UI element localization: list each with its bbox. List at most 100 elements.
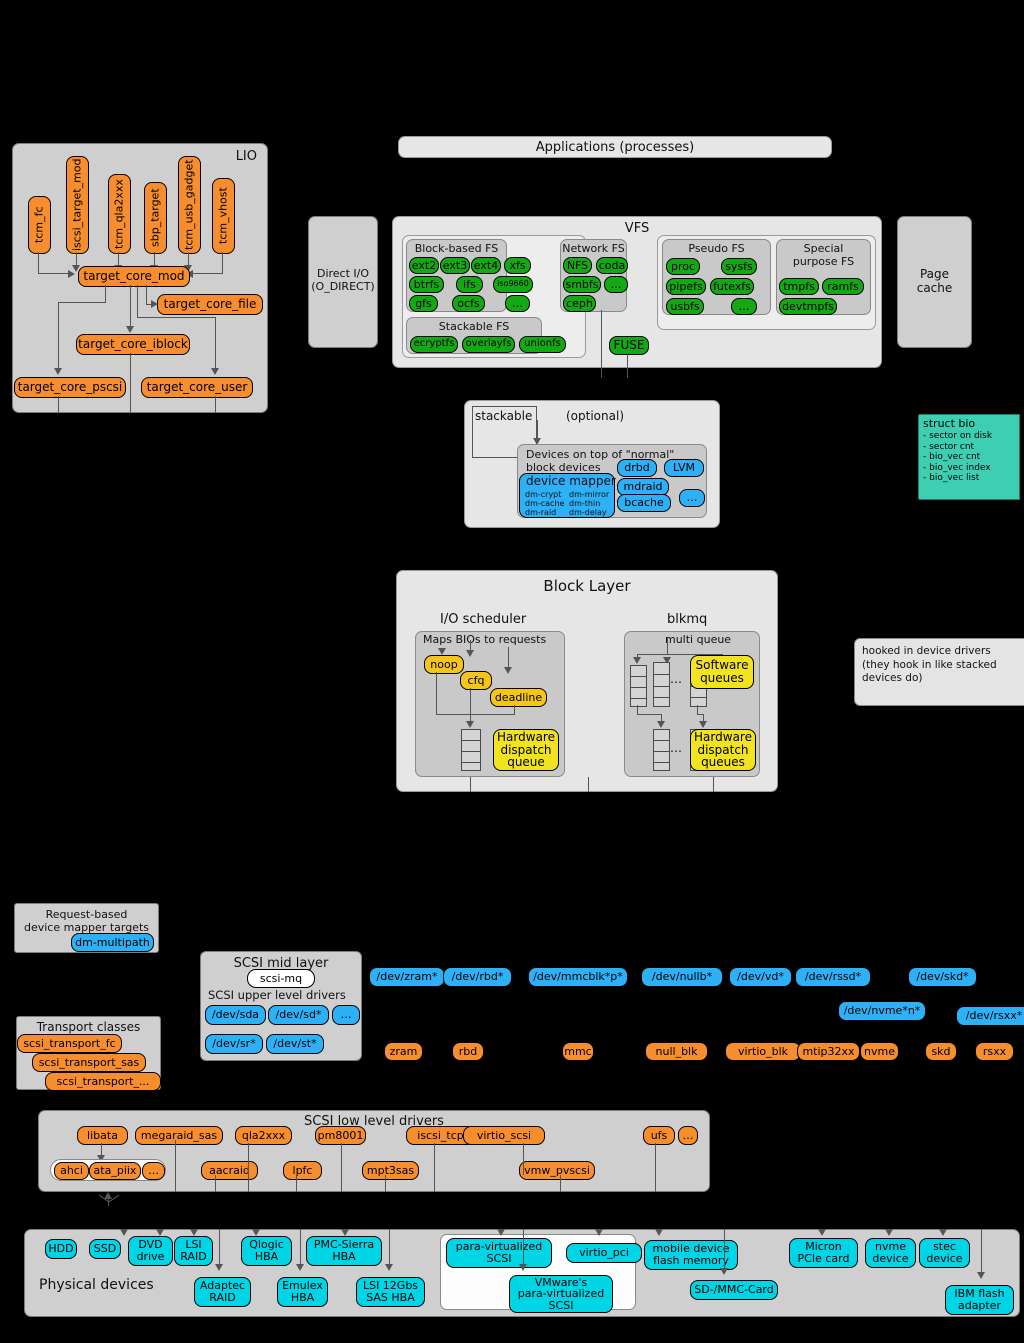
physical-device-hdd[interactable]: HDD — [45, 1239, 77, 1259]
fs-xfs[interactable]: xfs — [504, 257, 531, 274]
scsi-transport-fc-box[interactable]: scsi_transport_fc — [17, 1034, 122, 1053]
scsi-transport-sas-box[interactable]: scsi_transport_sas — [32, 1053, 146, 1072]
device-mapper-box[interactable]: device mapper dm-crypt dm-mirror dm-cach… — [519, 473, 616, 518]
block-driver-rsxx[interactable]: rsxx — [975, 1042, 1014, 1061]
dev-st-star-box[interactable]: /dev/st* — [266, 1034, 324, 1054]
device-node-dev-rbd[interactable]: /dev/rbd* — [443, 967, 512, 987]
ata-piix-box[interactable]: ata_piix — [89, 1162, 141, 1180]
physical-device-ibm-flash-adapter[interactable]: IBM flash adapter — [945, 1285, 1014, 1315]
physical-device-qlogic-hba[interactable]: Qlogic HBA — [241, 1236, 292, 1266]
physical-device-pmc-sierra-hba[interactable]: PMC-Sierra HBA — [306, 1236, 382, 1266]
scheduler-cfq[interactable]: cfq — [460, 671, 492, 690]
scsi-mq-box[interactable]: scsi-mq — [247, 969, 315, 988]
drbd-box[interactable]: drbd — [617, 459, 657, 477]
scsi-transport-more-box[interactable]: scsi_transport_... — [45, 1072, 161, 1091]
scsi-driver-mpt3sas[interactable]: mpt3sas — [362, 1161, 419, 1180]
fs-ext4[interactable]: ext4 — [471, 257, 501, 274]
fs-pseudo-more[interactable]: … — [731, 298, 757, 315]
scsi-driver-aacraid[interactable]: aacraid — [201, 1161, 258, 1180]
device-node-dev-mmcblk-p[interactable]: /dev/mmcblk*p* — [528, 967, 628, 987]
block-driver-zram[interactable]: zram — [384, 1042, 423, 1061]
bcache-box[interactable]: bcache — [617, 494, 671, 512]
device-node-dev-vd[interactable]: /dev/vd* — [729, 967, 792, 987]
dev-sd-star-box[interactable]: /dev/sd* — [268, 1005, 329, 1025]
fs-ext2[interactable]: ext2 — [409, 257, 439, 274]
lio-target-core-user[interactable]: target_core_user — [141, 377, 253, 398]
fs-unionfs[interactable]: unionfs — [519, 336, 566, 353]
fuse-box[interactable]: FUSE — [609, 336, 649, 355]
fs-coda[interactable]: coda — [596, 257, 628, 274]
fs-iso9660[interactable]: iso9660 — [493, 276, 533, 293]
device-node-dev-nullb[interactable]: /dev/nullb* — [641, 967, 723, 987]
physical-device-dvd-drive[interactable]: DVD drive — [128, 1236, 173, 1266]
physical-device-virtio-pci[interactable]: virtio_pci — [566, 1243, 642, 1263]
block-driver-mmc[interactable]: mmc — [562, 1042, 594, 1061]
scsi-driver-qla2xxx[interactable]: qla2xxx — [235, 1126, 292, 1145]
block-driver-skd[interactable]: skd — [925, 1042, 957, 1061]
physical-device-lsi-12gbs-sas-hba[interactable]: LSI 12Gbs SAS HBA — [356, 1277, 425, 1307]
device-node-dev-rssd[interactable]: /dev/rssd* — [795, 967, 871, 987]
fs-sysfs[interactable]: sysfs — [721, 258, 757, 275]
fs-ocfs[interactable]: ocfs — [452, 295, 485, 312]
fs-ecryptfs[interactable]: ecryptfs — [410, 336, 458, 353]
scsi-driver-megaraid-sas[interactable]: megaraid_sas — [135, 1126, 223, 1145]
fs-ceph[interactable]: ceph — [563, 295, 596, 312]
fs-futexfs[interactable]: futexfs — [710, 278, 754, 295]
lio-fabric-iscsi-target-mod[interactable]: iscsi_target_mod — [66, 156, 89, 254]
scsi-driver-ufs[interactable]: ufs — [643, 1126, 675, 1145]
lio-target-core-file[interactable]: target_core_file — [157, 294, 263, 315]
fs-nfs[interactable]: NFS — [563, 257, 592, 274]
fs-block-more[interactable]: … — [505, 295, 530, 312]
fs-overlayfs[interactable]: overlayfs — [462, 336, 515, 353]
libata-more-box[interactable]: … — [142, 1162, 165, 1180]
physical-device-ssd[interactable]: SSD — [89, 1239, 121, 1259]
dev-sr-star-box[interactable]: /dev/sr* — [205, 1034, 263, 1054]
lio-fabric-tcm-usb-gadget[interactable]: tcm_usb_gadget — [178, 156, 201, 254]
fs-ifs[interactable]: ifs — [456, 276, 483, 293]
fs-pipefs[interactable]: pipefs — [666, 278, 706, 295]
device-node-dev-skd[interactable]: /dev/skd* — [908, 967, 977, 987]
fs-btrfs[interactable]: btrfs — [409, 276, 444, 293]
scsi-driver-virtio-scsi[interactable]: virtio_scsi — [463, 1126, 545, 1145]
lio-target-core-mod[interactable]: target_core_mod — [78, 266, 190, 287]
scsi-driver-lpfc[interactable]: lpfc — [283, 1161, 322, 1180]
lio-fabric-tcm-fc[interactable]: tcm_fc — [28, 196, 51, 254]
fs-smbfs[interactable]: smbfs — [563, 276, 601, 293]
lvm-box[interactable]: LVM — [664, 459, 704, 477]
vmware-paravirt-scsi-box[interactable]: VMware's para-virtualized SCSI — [509, 1275, 613, 1313]
paravirt-scsi-box[interactable]: para-virtualized SCSI — [446, 1238, 552, 1268]
physical-device-micron-pcie-card[interactable]: Micron PCIe card — [789, 1238, 858, 1268]
scsi-driver-node[interactable]: … — [678, 1126, 698, 1145]
lio-target-core-pscsi[interactable]: target_core_pscsi — [14, 377, 126, 398]
physical-device-emulex-hba[interactable]: Emulex HBA — [277, 1277, 328, 1307]
dev-sda-box[interactable]: /dev/sda — [205, 1005, 266, 1025]
block-driver-null-blk[interactable]: null_blk — [645, 1042, 708, 1061]
block-driver-nvme[interactable]: nvme — [860, 1042, 899, 1061]
lio-fabric-sbp-target[interactable]: sbp_target — [144, 182, 167, 254]
scsi-driver-vmw-pvscsi[interactable]: vmw_pvscsi — [519, 1161, 595, 1180]
dm-multipath-box[interactable]: dm-multipath — [71, 933, 154, 952]
fs-ramfs[interactable]: ramfs — [822, 278, 864, 295]
block-driver-mtip32xx[interactable]: mtip32xx — [797, 1042, 860, 1061]
fs-network-more[interactable]: … — [604, 276, 628, 293]
device-node-dev-zram[interactable]: /dev/zram* — [369, 967, 445, 987]
fs-gfs[interactable]: gfs — [409, 295, 438, 312]
lio-target-core-iblock[interactable]: target_core_iblock — [76, 334, 190, 355]
physical-device-adaptec-raid[interactable]: Adaptec RAID — [194, 1277, 251, 1307]
physical-device-lsi-raid[interactable]: LSI RAID — [174, 1236, 213, 1266]
fs-usbfs[interactable]: usbfs — [666, 298, 704, 315]
scsi-driver-libata[interactable]: libata — [77, 1126, 128, 1145]
scheduler-deadline[interactable]: deadline — [490, 688, 547, 707]
lio-fabric-tcm-vhost[interactable]: tcm_vhost — [212, 178, 235, 254]
physical-device-nvme-device[interactable]: nvme device — [865, 1238, 916, 1268]
stackable-more-box[interactable]: … — [679, 489, 705, 507]
fs-tmpfs[interactable]: tmpfs — [779, 278, 819, 295]
device-node-dev-rsxx[interactable]: /dev/rsxx* — [956, 1006, 1024, 1026]
device-node-dev-nvme-n[interactable]: /dev/nvme*n* — [838, 1001, 926, 1021]
scsi-dev-more-box[interactable]: … — [332, 1005, 360, 1025]
fs-ext3[interactable]: ext3 — [440, 257, 470, 274]
scheduler-noop[interactable]: noop — [424, 655, 464, 674]
fs-proc[interactable]: proc — [666, 258, 700, 275]
physical-device-stec-device[interactable]: stec device — [919, 1238, 970, 1268]
physical-device-sd-mmc-card[interactable]: SD-/MMC-Card — [690, 1280, 778, 1300]
